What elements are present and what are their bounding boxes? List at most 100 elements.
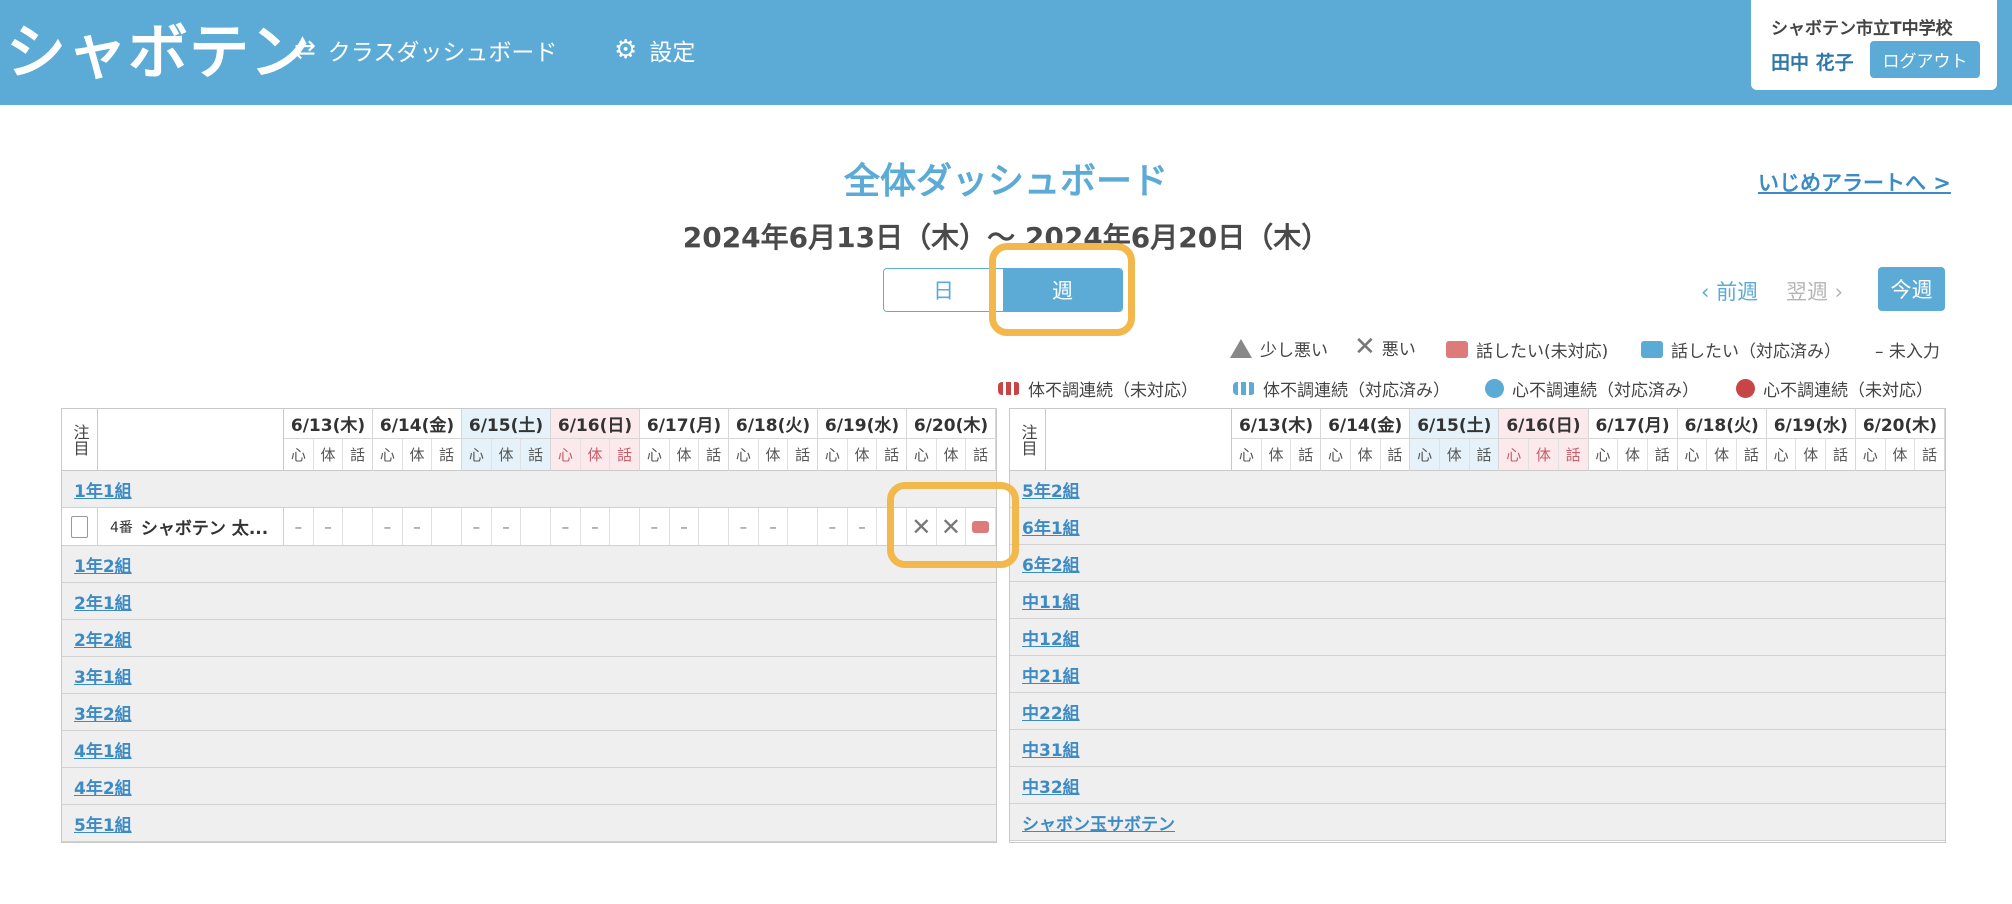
class-group-row[interactable]: 3年1組 — [62, 657, 996, 694]
class-link[interactable]: 中22組 — [1022, 699, 1080, 724]
date-label: 6/15(土) — [462, 409, 550, 439]
class-group-row[interactable]: 中32組 — [1010, 767, 1945, 804]
class-group-row[interactable]: 4年1組 — [62, 731, 996, 768]
student-row[interactable]: 4番 シャボテン 太... – – – – – – – – – – – – – – ✕ ✕ — [62, 508, 996, 546]
class-link[interactable]: 5年1組 — [74, 811, 132, 836]
nav-settings[interactable]: ⚙ 設定 — [614, 30, 695, 70]
class-group-row[interactable]: 5年2組 — [1010, 471, 1945, 508]
sub-column-label: 体 — [314, 439, 344, 470]
student-name: シャボテン 太... — [140, 519, 269, 539]
sub-column-label: 体 — [670, 439, 700, 470]
class-group-row[interactable]: 3年2組 — [62, 694, 996, 731]
bookmark-icon[interactable] — [71, 516, 88, 538]
legend-slightly-bad-label: 少し悪い — [1260, 341, 1328, 361]
class-link[interactable]: 4年2組 — [74, 774, 132, 799]
legend-not-entered: – 未入力 — [1875, 337, 1940, 362]
class-group-row[interactable]: 中12組 — [1010, 619, 1945, 656]
logout-button[interactable]: ログアウト — [1870, 41, 1980, 78]
date-label: 6/19(水) — [818, 409, 906, 439]
sub-column-label: 心 — [1767, 439, 1797, 470]
status-cell — [610, 508, 640, 545]
date-column-header: 6/16(日) 心体話 — [551, 409, 640, 471]
class-group-row[interactable]: 5年1組 — [62, 805, 996, 842]
week-toggle-highlight — [989, 243, 1135, 336]
class-group-row[interactable]: 2年1組 — [62, 583, 996, 620]
sub-column-label: 話 — [1654, 446, 1670, 464]
dumbbell-red-icon — [998, 382, 1020, 395]
class-link[interactable]: 1年1組 — [74, 477, 132, 502]
bullying-alert-link[interactable]: いじめアラートへ > — [1758, 167, 1951, 197]
date-column-header: 6/17(月) 心体話 — [1588, 409, 1678, 471]
class-group-row[interactable]: 2年2組 — [62, 620, 996, 657]
class-link[interactable]: 2年1組 — [74, 589, 132, 614]
student-number: 4番 — [110, 519, 133, 536]
student-name-cell[interactable]: 4番 シャボテン 太... — [98, 508, 284, 545]
status-cell: – — [403, 508, 433, 545]
legend-body-open: 体不調連続（未対応） — [998, 376, 1198, 401]
legend-bad: ✕ 悪い — [1354, 334, 1416, 360]
class-group-row[interactable]: 1年2組 — [62, 546, 996, 583]
date-label: 6/19(水) — [1766, 409, 1855, 439]
sub-column-label: 心 — [373, 439, 403, 470]
sub-column-label: 話 — [1298, 446, 1314, 464]
this-week-button[interactable]: 今週 — [1878, 267, 1945, 311]
toggle-day[interactable]: 日 — [884, 269, 1003, 311]
sub-column-label: 体 — [1796, 439, 1827, 470]
class-group-row[interactable]: 4年2組 — [62, 768, 996, 805]
status-cell: – — [462, 508, 492, 545]
status-cell — [343, 508, 373, 545]
class-group-row[interactable]: 6年2組 — [1010, 545, 1945, 582]
class-link[interactable]: 2年2組 — [74, 626, 132, 651]
class-link[interactable]: 中11組 — [1022, 588, 1080, 613]
class-group-row[interactable]: 中31組 — [1010, 730, 1945, 767]
class-link[interactable]: シャボン玉サボテン — [1022, 810, 1175, 835]
class-group-row[interactable]: シャボン玉サボテン — [1010, 804, 1945, 841]
class-link[interactable]: 中32組 — [1022, 773, 1080, 798]
class-link[interactable]: 6年2組 — [1022, 551, 1080, 576]
chevron-left-icon: ‹ — [1701, 280, 1717, 304]
class-link[interactable]: 中12組 — [1022, 625, 1080, 650]
name-column-header — [98, 409, 284, 471]
date-column-header: 6/13(木) 心体話 — [1232, 409, 1322, 471]
sub-column-label: 体 — [1618, 439, 1648, 470]
class-group-row[interactable]: 6年1組 — [1010, 508, 1945, 545]
class-group-row[interactable]: 中11組 — [1010, 582, 1945, 619]
class-table-left: 注目 6/13(木) 心体話 6/14(金) 心体話 6/15(土) 心体話 6/16(日) 心… — [61, 408, 997, 843]
class-link[interactable]: 中31組 — [1022, 736, 1080, 761]
legend-body-done-label: 体不調連続（対応済み） — [1263, 381, 1450, 401]
status-cell — [432, 508, 462, 545]
sub-column-label: 心 — [1232, 439, 1262, 470]
class-group-row[interactable]: 中22組 — [1010, 693, 1945, 730]
class-link[interactable]: 1年2組 — [74, 552, 132, 577]
prev-week-link[interactable]: ‹ 前週 — [1701, 276, 1758, 306]
nav-class-dashboard[interactable]: ⇄ クラスダッシュボード — [294, 30, 557, 70]
class-link[interactable]: 中21組 — [1022, 662, 1080, 687]
status-cell: – — [670, 508, 700, 545]
class-link[interactable]: 3年2組 — [74, 700, 132, 725]
class-link[interactable]: 5年2組 — [1022, 477, 1080, 502]
legend-bad-label: 悪い — [1381, 339, 1416, 360]
date-column-header: 6/18(火) 心体話 — [1677, 409, 1767, 471]
date-column-header: 6/13(木) 心体話 — [284, 409, 373, 471]
name-column-header — [1046, 409, 1232, 471]
date-column-header: 6/17(月) 心体話 — [640, 409, 729, 471]
legend-not-entered-label: – 未入力 — [1875, 342, 1940, 362]
sub-column-label: 心 — [551, 439, 581, 470]
date-label: 6/18(火) — [1677, 409, 1766, 439]
class-link[interactable]: 3年1組 — [74, 663, 132, 688]
date-column-header: 6/16(日) 心体話 — [1499, 409, 1589, 471]
class-link[interactable]: 4年1組 — [74, 737, 132, 762]
class-group-row[interactable]: 1年1組 — [62, 471, 996, 508]
class-link[interactable]: 6年1組 — [1022, 514, 1080, 539]
focus-column-header: 注目 — [1010, 409, 1046, 471]
app-logo[interactable]: シャボテン — [6, 4, 311, 91]
sub-column-label: 話 — [617, 446, 633, 464]
gear-icon: ⚙ — [614, 35, 638, 65]
sub-column-label: 体 — [1440, 439, 1470, 470]
legend-want-talk-open-label: 話したい(未対応) — [1476, 342, 1609, 362]
sub-column-label: 心 — [1678, 439, 1708, 470]
user-box: シャボテン市立T中学校 田中 花子 ログアウト — [1751, 0, 1997, 90]
next-week-link[interactable]: 翌週 › — [1786, 276, 1843, 306]
sub-column-label: 心 — [640, 439, 670, 470]
class-group-row[interactable]: 中21組 — [1010, 656, 1945, 693]
